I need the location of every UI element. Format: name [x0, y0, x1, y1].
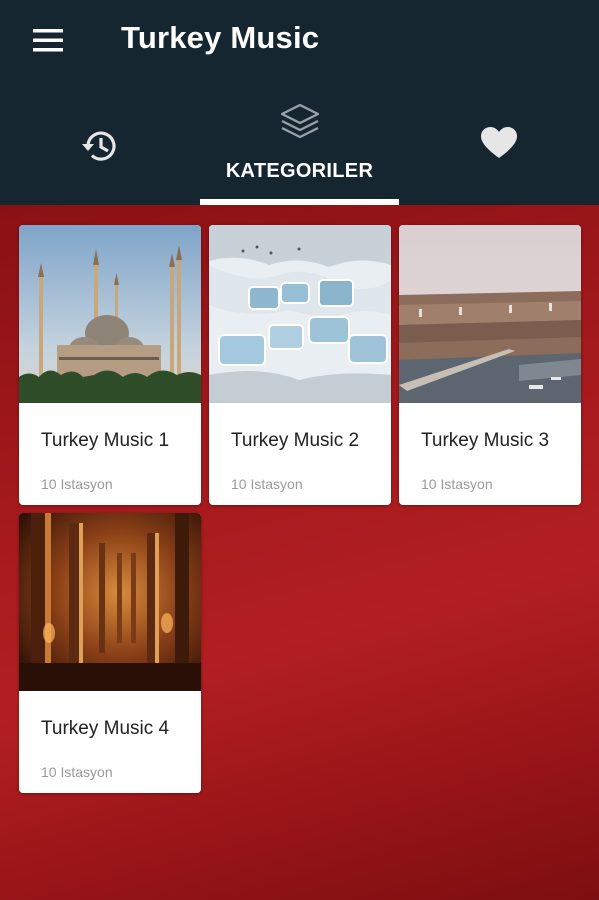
category-card[interactable]: Turkey Music 4 10 Istasyon: [19, 513, 201, 793]
card-title: Turkey Music 1: [41, 430, 170, 451]
card-title: Turkey Music 2: [231, 430, 360, 451]
category-list: Turkey Music 1 10 Istasyon Turkey Music …: [0, 205, 599, 900]
istanbul-cityscape-photo: [399, 225, 581, 403]
menu-button[interactable]: [26, 22, 70, 58]
top-app-bar: Turkey Music KATEGORILER: [0, 0, 599, 205]
tab-favorites[interactable]: [399, 90, 599, 205]
basilica-cistern-photo: [19, 513, 201, 691]
card-station-count: 10 Istasyon: [41, 764, 113, 780]
app-title: Turkey Music: [121, 20, 320, 55]
tab-categories-label: KATEGORILER: [225, 160, 374, 182]
category-card[interactable]: Turkey Music 2 10 Istasyon: [209, 225, 391, 505]
card-station-count: 10 Istasyon: [41, 476, 113, 492]
hamburger-menu-icon: [33, 29, 63, 52]
layers-icon: [280, 103, 319, 139]
card-title: Turkey Music 3: [421, 430, 550, 451]
card-station-count: 10 Istasyon: [421, 476, 493, 492]
card-title: Turkey Music 4: [41, 718, 170, 739]
card-station-count: 10 Istasyon: [231, 476, 303, 492]
category-grid: Turkey Music 1 10 Istasyon Turkey Music …: [19, 225, 582, 793]
tab-categories[interactable]: KATEGORILER: [199, 90, 400, 205]
tab-bar: KATEGORILER: [0, 90, 599, 205]
blue-mosque-photo: [19, 225, 201, 403]
category-card[interactable]: Turkey Music 3 10 Istasyon: [399, 225, 581, 505]
tab-history[interactable]: [0, 90, 200, 205]
history-icon: [81, 131, 116, 161]
category-card[interactable]: Turkey Music 1 10 Istasyon: [19, 225, 201, 505]
heart-icon: [481, 127, 518, 158]
app-screen: Turkey Music KATEGORILER Turkey Music 1 …: [0, 0, 599, 900]
pamukkale-terraces-photo: [209, 225, 391, 403]
